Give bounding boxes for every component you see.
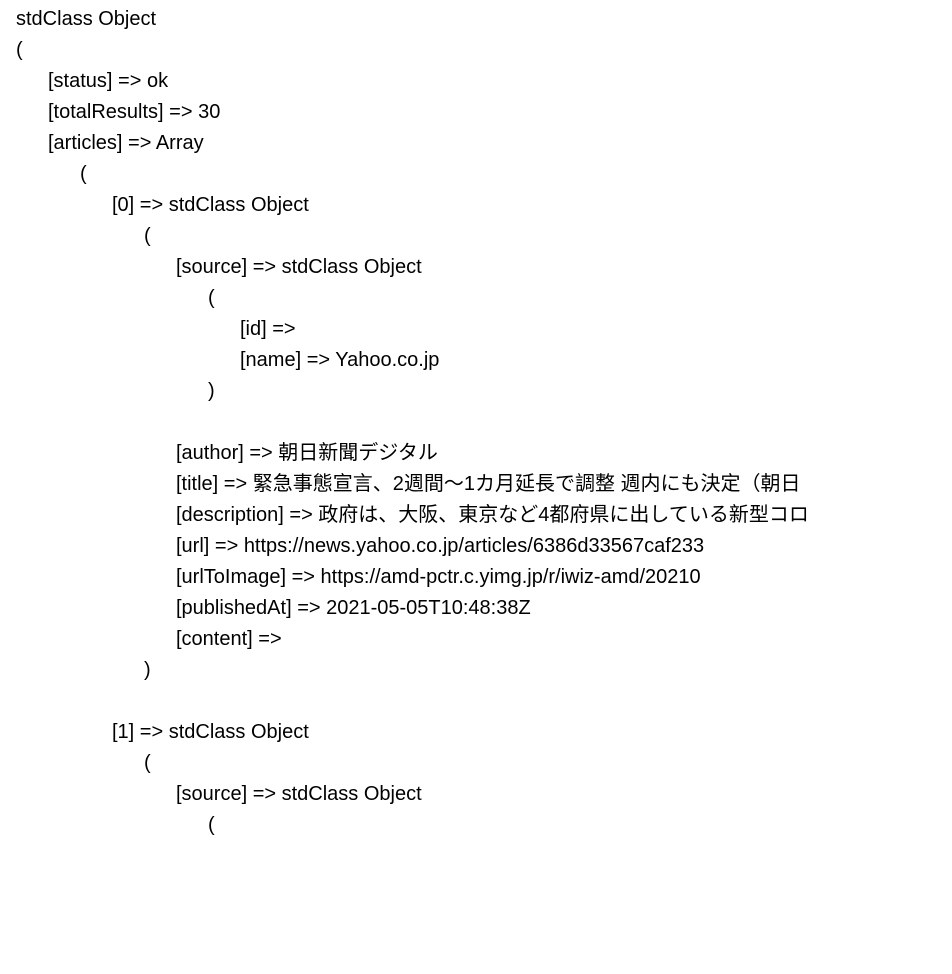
blank-line [16, 407, 952, 438]
dump-line: [urlToImage] => https://amd-pctr.c.yimg.… [16, 562, 952, 593]
dump-line: [name] => Yahoo.co.jp [16, 345, 952, 376]
dump-line: [totalResults] => 30 [16, 97, 952, 128]
dump-line: ( [16, 159, 952, 190]
dump-line: ) [16, 655, 952, 686]
dump-line: ( [16, 283, 952, 314]
dump-line: [source] => stdClass Object [16, 779, 952, 810]
blank-line [16, 686, 952, 717]
dump-line: [status] => ok [16, 66, 952, 97]
dump-line: ( [16, 810, 952, 841]
dump-line: [1] => stdClass Object [16, 717, 952, 748]
dump-line: [source] => stdClass Object [16, 252, 952, 283]
dump-line: [description] => 政府は、大阪、東京など4都府県に出している新型… [16, 500, 952, 531]
dump-line: [articles] => Array [16, 128, 952, 159]
dump-line: [author] => 朝日新聞デジタル [16, 438, 952, 469]
dump-line: [url] => https://news.yahoo.co.jp/articl… [16, 531, 952, 562]
dump-line: ( [16, 748, 952, 779]
dump-line: [title] => 緊急事態宣言、2週間～1カ月延長で調整 週内にも決定（朝日 [16, 469, 952, 500]
dump-line: ( [16, 221, 952, 252]
dump-line: [id] => [16, 314, 952, 345]
dump-line: ) [16, 376, 952, 407]
dump-line: [publishedAt] => 2021-05-05T10:48:38Z [16, 593, 952, 624]
dump-line: [content] => [16, 624, 952, 655]
dump-line: ( [16, 35, 952, 66]
dump-line: [0] => stdClass Object [16, 190, 952, 221]
print-r-dump: stdClass Object ( [status] => ok [totalR… [0, 0, 952, 841]
dump-line: stdClass Object [16, 4, 952, 35]
